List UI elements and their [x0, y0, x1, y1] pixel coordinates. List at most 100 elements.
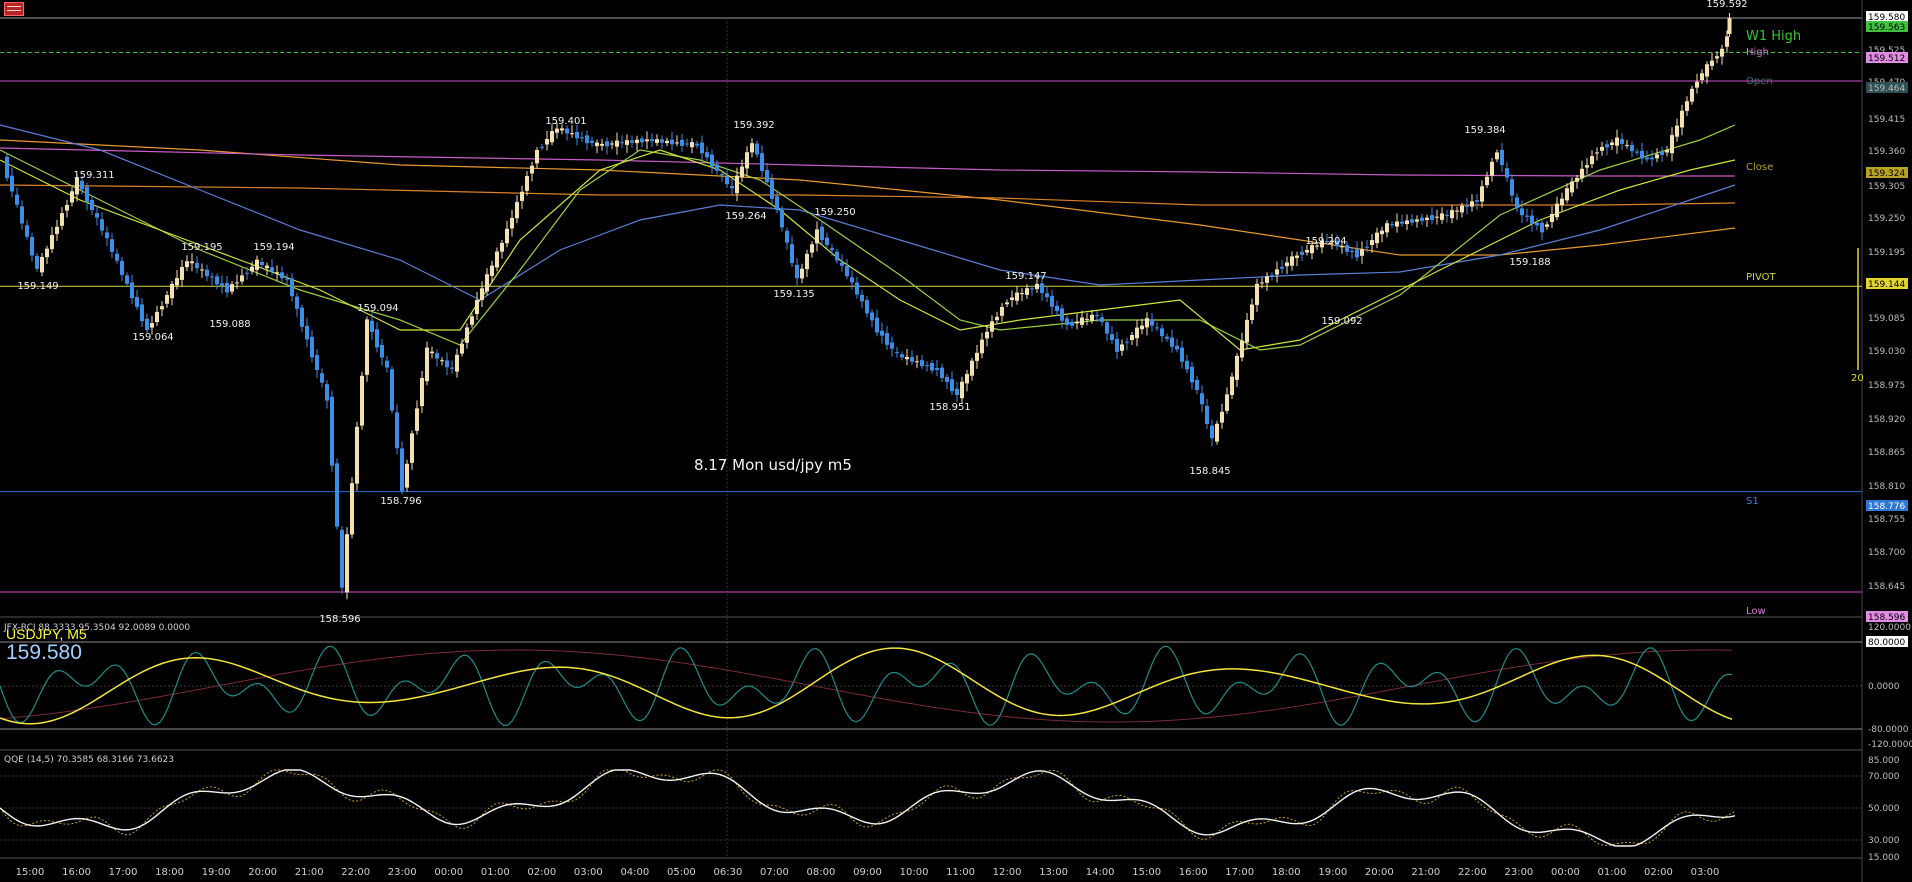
candle-body: [310, 336, 314, 358]
candle-body: [885, 333, 889, 345]
swing-label: 159.149: [17, 281, 58, 292]
time-tick: 00:00: [434, 867, 463, 878]
candle-body: [100, 219, 104, 231]
time-tick: 06:30: [714, 867, 743, 878]
candle-body: [1685, 101, 1689, 111]
candle-body: [1145, 318, 1149, 328]
candle-body: [920, 360, 924, 367]
candle-body: [1280, 266, 1284, 269]
candle-body: [875, 317, 879, 333]
candle-body: [480, 288, 484, 300]
candle-body: [85, 186, 89, 203]
candle-body: [535, 150, 539, 164]
candle-body: [360, 375, 364, 426]
price-chart[interactable]: W1 HighHighOpenClosePIVOTS1Low 159.59215…: [0, 0, 1912, 882]
chart-grid: [0, 0, 1863, 882]
candle-body: [1035, 283, 1039, 290]
candle-body: [985, 331, 989, 339]
candle-body: [1385, 223, 1389, 233]
qqe-tick: 70.000: [1868, 772, 1900, 782]
candle-body: [545, 139, 549, 145]
candle-body: [585, 135, 589, 144]
swing-label: 158.951: [929, 402, 970, 413]
candle-body: [1250, 304, 1254, 321]
candle-body: [140, 304, 144, 322]
swing-label: 159.092: [1321, 316, 1362, 327]
candle-body: [215, 276, 219, 285]
price-tick: 158.645: [1868, 582, 1905, 592]
candle-body: [1085, 318, 1089, 320]
candle-body: [1090, 314, 1094, 321]
candle-body: [1580, 168, 1584, 179]
candle-body: [845, 265, 849, 277]
qqe-tick: 30.000: [1868, 836, 1900, 846]
candle-body: [1395, 221, 1399, 227]
candle-body: [1445, 215, 1449, 217]
price-axis: 159.580159.563159.525159.512159.470159.4…: [1851, 11, 1908, 623]
candle-body: [390, 369, 394, 411]
time-tick: 19:00: [202, 867, 231, 878]
candle-body: [1160, 328, 1164, 337]
price-tag: 159.324: [1868, 169, 1905, 179]
candle-body: [40, 256, 44, 273]
candle-body: [425, 347, 429, 382]
qqe-indicator-panel: 85.000 70.000 50.000 30.000 15.000: [0, 756, 1900, 863]
candle-body: [915, 361, 919, 363]
candle-body: [90, 200, 94, 210]
candle-body: [1220, 411, 1224, 423]
candle-body: [830, 248, 834, 251]
candle-body: [130, 282, 134, 299]
candle-body: [1670, 135, 1674, 154]
swing-label: 158.845: [1189, 466, 1230, 477]
candle-body: [1595, 152, 1599, 154]
candle-body: [175, 278, 179, 286]
candle-body: [710, 154, 714, 167]
candle-body: [1690, 88, 1694, 102]
candle-body: [1470, 201, 1474, 207]
price-tag: 159.464: [1868, 84, 1905, 94]
time-tick: 03:00: [1691, 867, 1720, 878]
candle-body: [1635, 151, 1639, 153]
candle-body: [940, 367, 944, 379]
chart-annotation: 8.17 Mon usd/jpy m5: [694, 456, 852, 474]
candle-body: [265, 265, 269, 269]
candle-body: [1185, 360, 1189, 370]
candle-body: [1295, 255, 1299, 258]
candle-body: [295, 296, 299, 309]
candle-body: [405, 463, 409, 488]
candle-body: [730, 185, 734, 189]
candle-body: [445, 360, 449, 368]
time-tick: 20:00: [248, 867, 277, 878]
time-tick: 17:00: [109, 867, 138, 878]
candle-body: [840, 262, 844, 266]
candle-body: [1700, 73, 1704, 80]
candle-body: [345, 534, 349, 593]
candle-body: [1400, 221, 1404, 224]
candle-body: [1190, 366, 1194, 383]
time-tick: 05:00: [667, 867, 696, 878]
candle-body: [1225, 394, 1229, 411]
candle-body: [190, 261, 194, 264]
candle-body: [245, 272, 249, 274]
time-tick: 21:00: [295, 867, 324, 878]
candle-body: [620, 142, 624, 144]
candle-body: [1200, 393, 1204, 405]
candle-body: [670, 139, 674, 145]
candle-body: [1350, 250, 1354, 252]
candle-body: [1275, 269, 1279, 275]
candle-body: [1585, 165, 1589, 168]
time-tick: 23:00: [388, 867, 417, 878]
time-tick: 11:00: [946, 867, 975, 878]
time-tick: 16:00: [62, 867, 91, 878]
chart-menu-icon[interactable]: [4, 2, 24, 16]
candle-body: [1370, 240, 1374, 245]
time-tick: 08:00: [807, 867, 836, 878]
candle-body: [1625, 144, 1629, 146]
candle-body: [1005, 302, 1009, 305]
candle-body: [630, 140, 634, 143]
candle-body: [315, 355, 319, 370]
candle-body: [530, 165, 534, 174]
candle-body: [1660, 151, 1664, 155]
price-tick: 158.755: [1868, 515, 1905, 525]
candle-body: [55, 226, 59, 234]
